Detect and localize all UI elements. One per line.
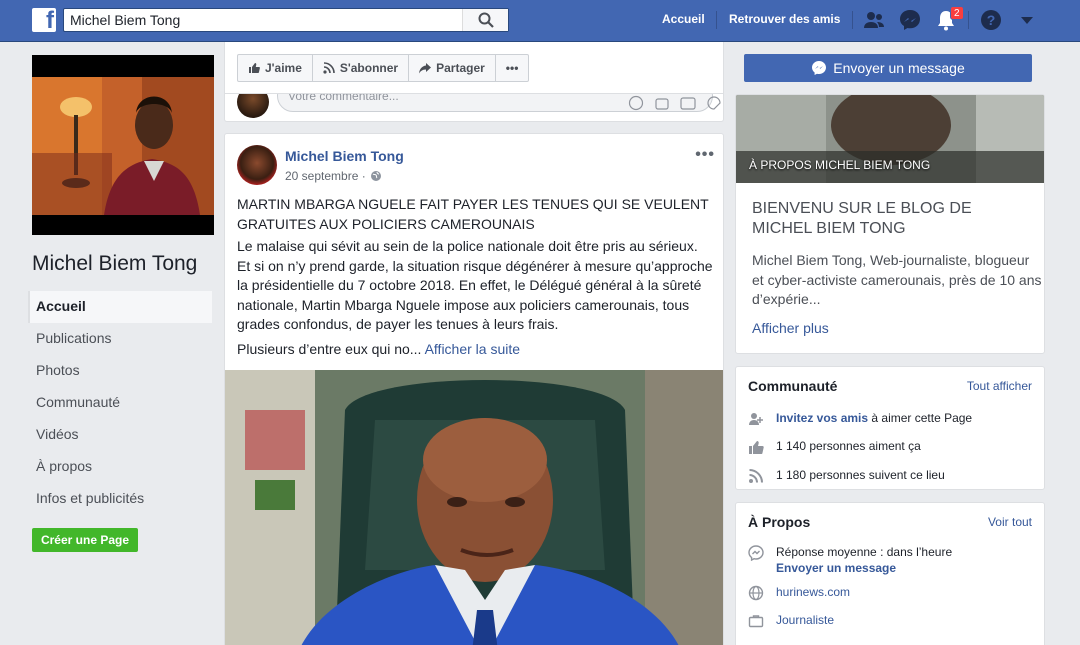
page-title: Michel Biem Tong: [32, 252, 198, 275]
about-cover-photo[interactable]: À PROPOS MICHEL BIEM TONG: [736, 95, 1044, 183]
followers-count-text: 1 180 personnes suivent ce lieu: [776, 468, 945, 482]
post-date-text[interactable]: 20 septembre ·: [285, 169, 366, 183]
about-send-message-link[interactable]: Envoyer un message: [776, 561, 952, 575]
follow-page-label: S'abonner: [339, 61, 399, 75]
share-page-label: Partager: [436, 61, 485, 75]
send-message-button[interactable]: Envoyer un message: [744, 54, 1032, 82]
community-heading: Communauté: [748, 378, 838, 394]
camera-icon[interactable]: [654, 95, 670, 111]
response-time-row: Réponse moyenne : dans l’heure Envoyer u…: [748, 545, 952, 575]
nav-divider: [968, 11, 969, 29]
profile-picture[interactable]: [32, 55, 214, 235]
post-body-text: Le malaise qui sévit au sein de la polic…: [237, 238, 713, 332]
notification-badge[interactable]: 2: [950, 6, 964, 20]
about-info-card: À Propos Voir tout Réponse moyenne : dan…: [735, 502, 1045, 645]
likes-count-row: 1 140 personnes aiment ça: [748, 439, 921, 455]
post-author-avatar[interactable]: [237, 145, 277, 185]
about-see-all-link[interactable]: Voir tout: [988, 515, 1032, 529]
search-icon: [478, 12, 494, 28]
about-info-heading: À Propos: [748, 514, 811, 530]
page-nav-item-community[interactable]: Communauté: [28, 387, 212, 419]
follow-page-button[interactable]: S'abonner: [313, 55, 410, 81]
page-action-bar: J'aime S'abonner Partager •••: [224, 42, 724, 94]
show-more-link[interactable]: Afficher plus: [752, 320, 829, 336]
search-input-value[interactable]: Michel Biem Tong: [70, 12, 180, 28]
post-options-button[interactable]: •••: [695, 146, 715, 164]
comment-placeholder: Votre commentaire...: [288, 94, 399, 103]
page-action-buttons: J'aime S'abonner Partager •••: [237, 54, 530, 82]
comment-composer: Votre commentaire...: [224, 94, 724, 122]
like-page-label: J'aime: [265, 61, 302, 75]
create-page-button[interactable]: Créer une Page: [32, 528, 138, 552]
thumbs-up-icon: [749, 441, 764, 454]
commenter-avatar: [237, 94, 269, 118]
more-options-button[interactable]: •••: [496, 55, 529, 81]
globe-icon: [748, 585, 764, 601]
post-image[interactable]: [225, 370, 723, 645]
share-page-button[interactable]: Partager: [409, 55, 496, 81]
sticker-icon[interactable]: [706, 95, 722, 111]
send-message-label: Envoyer un message: [833, 60, 965, 76]
gif-icon[interactable]: [680, 95, 696, 111]
like-page-button[interactable]: J'aime: [238, 55, 313, 81]
nav-home-link[interactable]: Accueil: [662, 12, 705, 26]
see-more-link[interactable]: Afficher la suite: [425, 341, 520, 357]
share-icon: [419, 63, 432, 74]
comment-input[interactable]: Votre commentaire...: [277, 94, 721, 112]
website-row: hurinews.com: [748, 585, 850, 601]
page-navigation: Accueil Publications Photos Communauté V…: [28, 291, 212, 515]
page-nav-item-photos[interactable]: Photos: [28, 355, 212, 387]
rss-icon: [749, 469, 763, 483]
page-nav-item-about[interactable]: À propos: [28, 451, 212, 483]
nav-divider: [852, 11, 853, 29]
nav-find-friends-link[interactable]: Retrouver des amis: [729, 12, 840, 26]
search-button[interactable]: [462, 9, 508, 31]
about-heading: BIENVENU SUR LE BLOG DE MICHEL BIEM TONG: [752, 200, 972, 237]
followers-count-row: 1 180 personnes suivent ce lieu: [748, 468, 945, 484]
thumbs-up-icon: [249, 63, 260, 73]
page-nav-item-info-ads[interactable]: Infos et publicités: [28, 483, 212, 515]
post-timestamp[interactable]: 20 septembre ·: [285, 169, 382, 183]
invite-icon: [749, 413, 763, 425]
category-row: Journaliste: [748, 613, 834, 629]
top-navigation-bar: f Michel Biem Tong Accueil Retrouver des…: [0, 0, 1080, 42]
rss-icon: [323, 62, 335, 74]
messenger-icon: [812, 61, 827, 75]
invite-friends-text: à aimer cette Page: [868, 411, 973, 425]
friends-icon[interactable]: [862, 9, 886, 31]
community-see-all-link[interactable]: Tout afficher: [967, 379, 1032, 393]
caret-down-icon[interactable]: [1016, 9, 1040, 31]
website-link[interactable]: hurinews.com: [776, 585, 850, 599]
invite-friends-link[interactable]: Invitez vos amis: [776, 411, 868, 425]
likes-count-text: 1 140 personnes aiment ça: [776, 439, 921, 453]
invite-friends-row: Invitez vos amis à aimer cette Page: [748, 411, 972, 427]
briefcase-icon: [748, 615, 764, 628]
community-card: Communauté Tout afficher Invitez vos ami…: [735, 366, 1045, 490]
feed-post: Michel Biem Tong 20 septembre · ••• MART…: [224, 133, 724, 645]
post-author-name[interactable]: Michel Biem Tong: [285, 148, 404, 164]
messenger-icon: [748, 545, 764, 561]
help-icon[interactable]: ?: [980, 9, 1004, 31]
svg-text:?: ?: [987, 12, 996, 28]
about-description: Michel Biem Tong, Web-journaliste, blogu…: [752, 252, 1042, 307]
post-teaser-line: Plusieurs d’entre eux qui no... Afficher…: [237, 341, 520, 357]
response-time-text: Réponse moyenne : dans l’heure: [776, 545, 953, 559]
search-input[interactable]: Michel Biem Tong: [63, 8, 509, 32]
about-photo-label: À PROPOS MICHEL BIEM TONG: [749, 158, 931, 172]
page-nav-item-home[interactable]: Accueil: [28, 291, 212, 323]
category-link[interactable]: Journaliste: [776, 613, 834, 627]
nav-divider: [716, 11, 717, 29]
facebook-logo-icon[interactable]: f: [32, 7, 56, 34]
post-headline: MARTIN MBARGA NGUELE FAIT PAYER LES TENU…: [237, 196, 709, 232]
page-nav-item-videos[interactable]: Vidéos: [28, 419, 212, 451]
smile-icon[interactable]: [628, 95, 644, 111]
about-blog-card: À PROPOS MICHEL BIEM TONG BIENVENU SUR L…: [735, 94, 1045, 354]
messenger-icon[interactable]: [898, 9, 922, 31]
page-nav-item-posts[interactable]: Publications: [28, 323, 212, 355]
globe-icon: [370, 171, 381, 181]
post-teaser-text: Plusieurs d’entre eux qui no...: [237, 341, 422, 357]
